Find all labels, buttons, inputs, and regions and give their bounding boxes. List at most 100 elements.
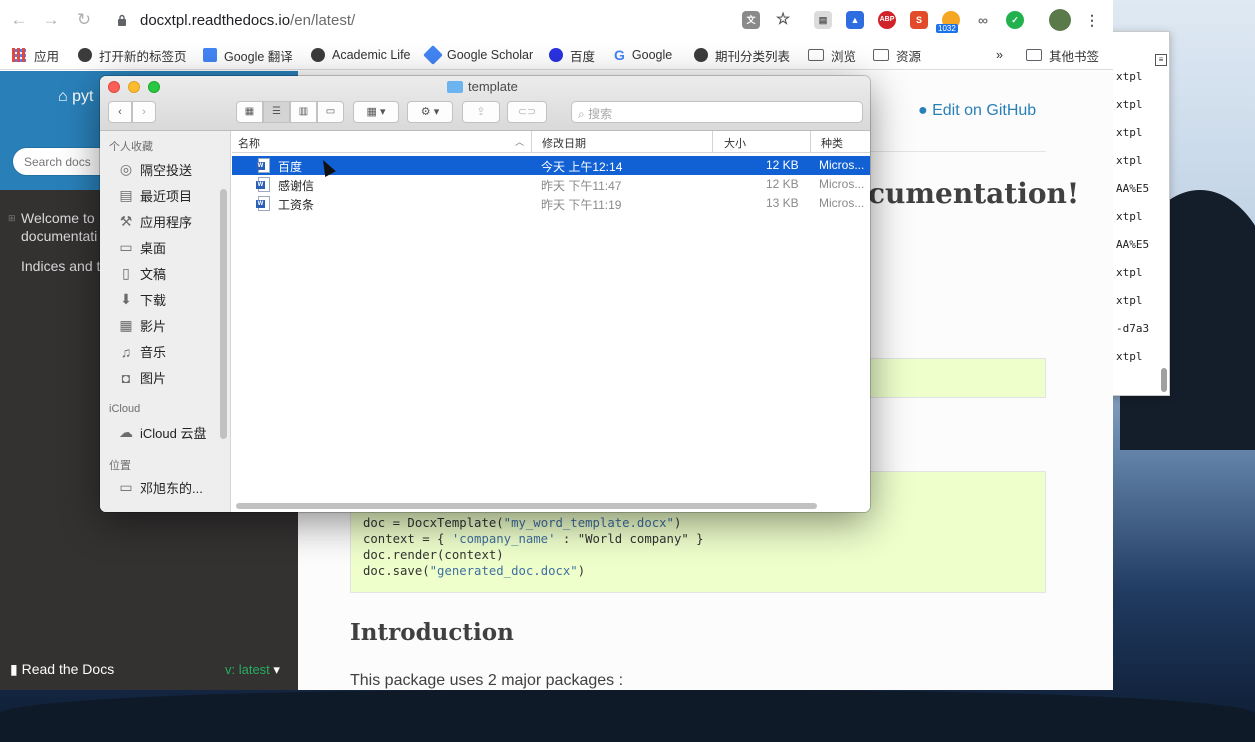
s-ext-icon[interactable]: S xyxy=(910,11,928,29)
zoom-window-button[interactable] xyxy=(148,81,160,93)
ext-badge: 1032 xyxy=(936,24,958,33)
sidebar-item-desktop[interactable]: ▭ 桌面 xyxy=(118,238,166,257)
sidebar-item-recents[interactable]: ▤ 最近项目 xyxy=(118,186,192,205)
column-kind[interactable]: 种类 xyxy=(821,135,843,151)
forward-icon[interactable]: → xyxy=(41,10,61,30)
bookmark-google[interactable]: G Google xyxy=(614,46,672,64)
sidebar-item-music[interactable]: ♫ 音乐 xyxy=(118,342,166,361)
finder-search-input[interactable]: ⌕ 搜索 xyxy=(571,101,863,123)
file-name: 百度 xyxy=(278,160,303,174)
code-string: "my_word_template.docx" xyxy=(503,516,674,530)
terminal-line: xtpl xyxy=(1116,350,1143,363)
rtd-project-name: pyt xyxy=(72,88,94,105)
word-document-icon xyxy=(256,158,270,173)
downloads-icon: ⬇ xyxy=(120,291,132,307)
sidebar-item-movies[interactable]: ▦ 影片 xyxy=(118,316,166,335)
column-name[interactable]: 名称 xyxy=(238,135,260,151)
bookmark-folder-resources[interactable]: 资源 xyxy=(873,46,921,64)
bookmark-new-tab[interactable]: 打开新的标签页 xyxy=(78,46,187,64)
back-button[interactable]: ‹ xyxy=(108,101,132,123)
finder-window: template ‹ › ▦ ☰ ▥ ▭ ▦ ▾ ⚙ ▾ ⇪ ⊂⊃ ⌕ 搜索 个… xyxy=(100,76,870,512)
code-string: "generated_doc.docx" xyxy=(429,564,578,578)
folder-icon xyxy=(873,49,889,61)
sidebar-item-pictures[interactable]: ◘ 图片 xyxy=(118,368,166,387)
scholar-ext-icon[interactable]: ▲ xyxy=(846,11,864,29)
bookmark-academic-life[interactable]: Academic Life xyxy=(311,46,411,64)
list-view-button[interactable]: ☰ xyxy=(263,101,290,123)
sidebar-item-label: 最近项目 xyxy=(140,189,193,204)
terminal-line: xtpl xyxy=(1116,154,1143,167)
code-text: doc.save( xyxy=(363,564,430,578)
other-bookmarks[interactable]: 其他书签 xyxy=(1026,46,1099,64)
sidebar-item-applications[interactable]: ⚒ 应用程序 xyxy=(118,212,192,231)
rtd-version-select[interactable]: v: latest ▾ xyxy=(225,662,280,678)
background-terminal-window[interactable]: ≡ xtpl xtpl xtpl xtpl AA%E5 xtpl AA%E5 xtpl xtpl… xyxy=(1105,31,1170,396)
bookmark-folder-browse[interactable]: 浏览 xyxy=(808,46,856,64)
sidebar-item-airdrop[interactable]: ◎ 隔空投送 xyxy=(118,160,192,179)
page-icon[interactable]: ▤ xyxy=(814,11,832,29)
reload-icon[interactable]: ↻ xyxy=(74,10,94,30)
menu-kebab-icon[interactable]: ⋮ xyxy=(1083,11,1101,29)
globe-icon xyxy=(694,48,708,62)
minimize-window-button[interactable] xyxy=(128,81,140,93)
forward-button[interactable]: › xyxy=(132,101,156,123)
sidebar-scrollbar[interactable] xyxy=(220,189,227,439)
back-icon[interactable]: ← xyxy=(9,10,29,30)
gallery-view-button[interactable]: ▭ xyxy=(317,101,344,123)
rtd-nav-welcome[interactable]: Welcome to documentati xyxy=(21,209,97,245)
bookmark-apps[interactable]: 应用 xyxy=(12,46,59,64)
rtd-home-link[interactable]: ⌂ pyt xyxy=(58,88,93,106)
adblock-icon[interactable]: ABP xyxy=(878,11,896,29)
share-button[interactable]: ⇪ xyxy=(462,101,500,123)
file-row[interactable]: 感谢信 昨天 下午11:47 12 KB Micros... xyxy=(232,175,870,194)
action-gear-button[interactable]: ⚙ ▾ xyxy=(407,101,453,123)
group-by-button[interactable]: ▦ ▾ xyxy=(353,101,399,123)
bookmark-google-scholar[interactable]: Google Scholar xyxy=(423,45,533,65)
tag-button[interactable]: ⊂⊃ xyxy=(507,101,547,123)
code-string: 'company_name' xyxy=(451,532,556,546)
terminal-line: xtpl xyxy=(1116,294,1143,307)
bookmark-baidu[interactable]: 百度 xyxy=(549,46,595,64)
sort-chevron-icon: ︿ xyxy=(515,137,525,147)
bookmark-google-translate[interactable]: Google 翻译 xyxy=(203,46,293,64)
sidebar-item-label: 文稿 xyxy=(140,267,167,282)
column-size[interactable]: 大小 xyxy=(724,135,746,151)
terminal-menu-icon[interactable]: ≡ xyxy=(1155,54,1167,66)
sidebar-item-documents[interactable]: ▯ 文稿 xyxy=(118,264,166,283)
bookmark-label: 应用 xyxy=(34,49,60,64)
terminal-line: -d7a3 xyxy=(1116,322,1150,335)
rtd-nav-indices[interactable]: Indices and t xyxy=(21,257,100,275)
expand-icon[interactable]: ⊞ xyxy=(8,213,16,224)
edit-on-github-link[interactable]: ● Edit on GitHub xyxy=(918,102,1036,120)
code-text: : "World company" } xyxy=(555,532,704,546)
bookmark-journal-list[interactable]: 期刊分类列表 xyxy=(694,46,790,64)
file-row[interactable]: 工资条 昨天 下午11:19 13 KB Micros... xyxy=(232,194,870,213)
column-divider xyxy=(531,131,532,153)
link-ext-icon[interactable]: ∞ xyxy=(974,11,992,29)
recents-icon: ▤ xyxy=(119,187,133,203)
sidebar-item-downloads[interactable]: ⬇ 下载 xyxy=(118,290,166,309)
terminal-line: AA%E5 xyxy=(1116,238,1150,251)
icon-view-button[interactable]: ▦ xyxy=(236,101,263,123)
rtd-footer[interactable]: ▮ Read the Docs xyxy=(10,661,114,678)
bookmark-label: 浏览 xyxy=(831,49,857,64)
translate-icon xyxy=(203,48,217,62)
avatar[interactable] xyxy=(1049,9,1071,31)
terminal-scrollbar-thumb[interactable] xyxy=(1161,368,1167,392)
column-date[interactable]: 修改日期 xyxy=(542,135,586,151)
horizontal-scrollbar[interactable] xyxy=(236,503,817,509)
bookmarks-overflow-button[interactable]: » xyxy=(996,46,1003,64)
sidebar-item-label: 邓旭东的... xyxy=(140,481,203,496)
address-bar[interactable]: docxtpl.readthedocs.io/en/latest/ xyxy=(140,12,355,29)
star-icon[interactable]: ☆ xyxy=(774,11,792,29)
terminal-line: xtpl xyxy=(1116,70,1143,83)
cloud-icon: ☁ xyxy=(119,424,133,440)
bookmark-label: 其他书签 xyxy=(1049,49,1100,64)
sidebar-item-computer[interactable]: ▭ 邓旭东的... xyxy=(118,478,203,497)
sidebar-item-label: 音乐 xyxy=(140,345,167,360)
check-ext-icon[interactable]: ✓ xyxy=(1006,11,1024,29)
translate-icon[interactable]: 文 xyxy=(742,11,760,29)
sidebar-item-icloud-drive[interactable]: ☁ iCloud 云盘 xyxy=(118,423,206,442)
column-view-button[interactable]: ▥ xyxy=(290,101,317,123)
close-window-button[interactable] xyxy=(108,81,120,93)
